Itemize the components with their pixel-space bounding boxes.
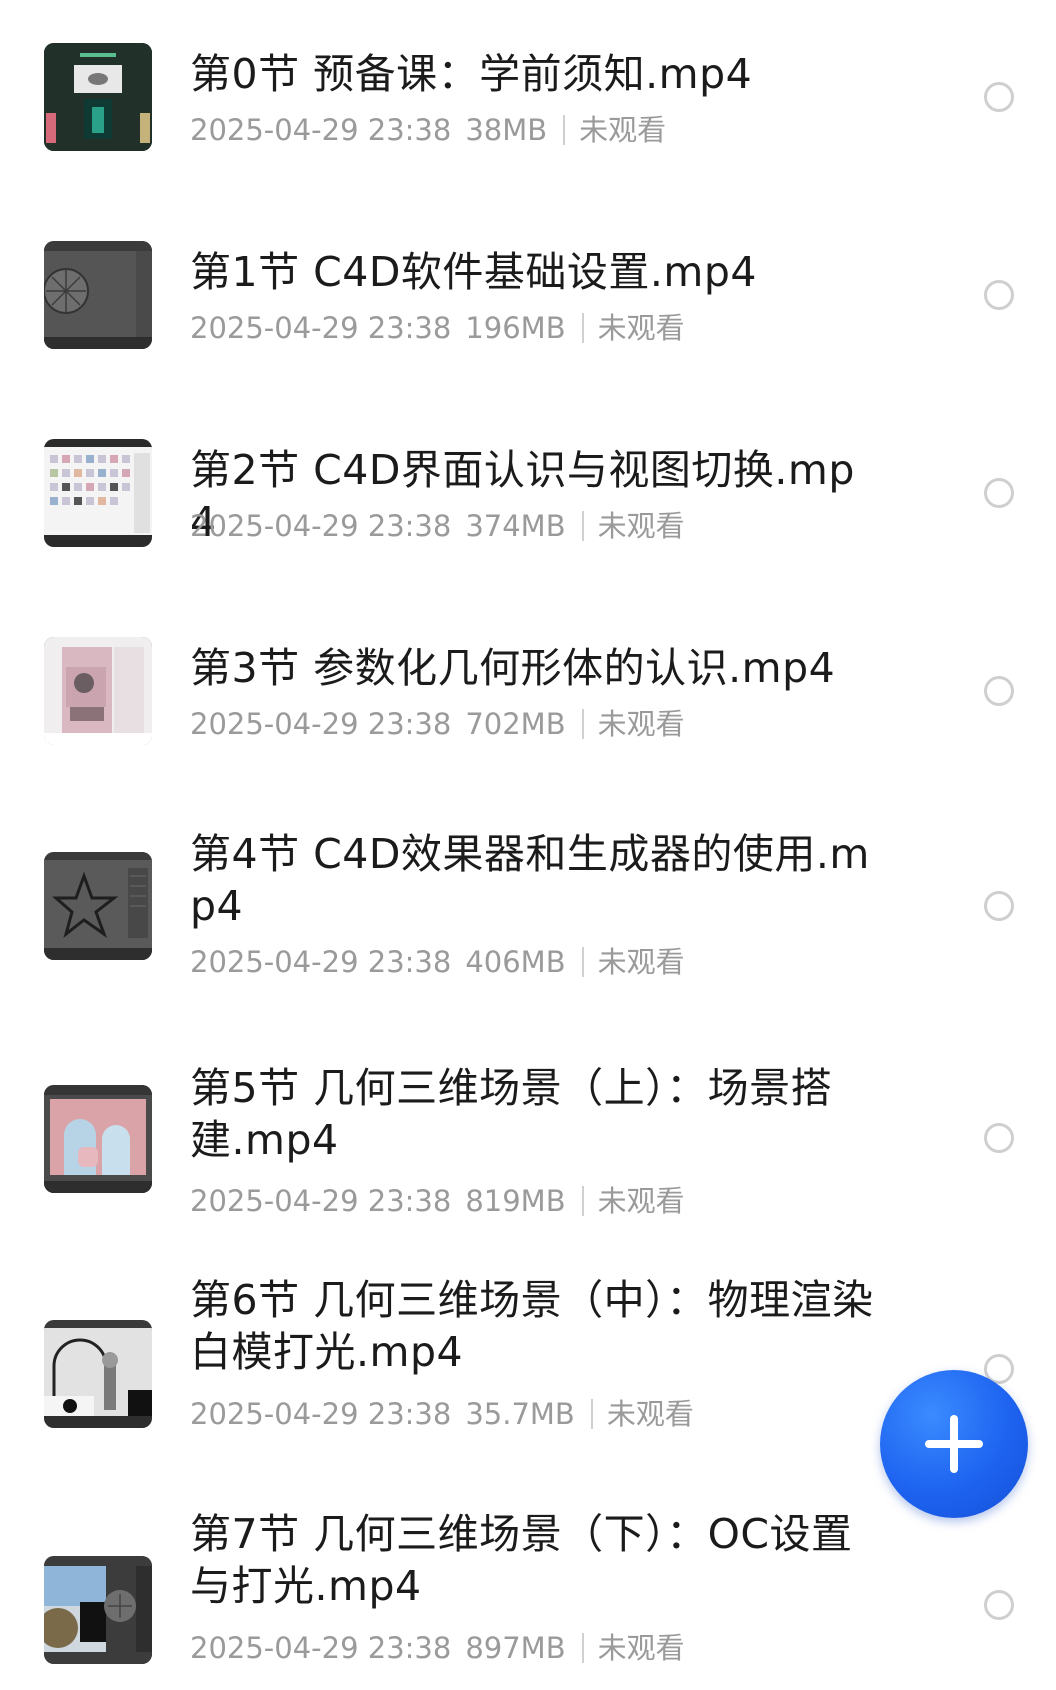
file-date: 2025-04-29 23:38 (190, 1397, 452, 1431)
file-date: 2025-04-29 23:38 (190, 1184, 452, 1218)
list-item[interactable]: 第2节 C4D界面认识与视图切换.mp4 2025-04-29 23:38 374… (0, 388, 1056, 586)
select-radio[interactable] (984, 1123, 1014, 1153)
divider (581, 709, 584, 739)
watch-status: 未观看 (597, 1184, 685, 1218)
list-item[interactable]: 第4节 C4D效果器和生成器的使用.mp4 2025-04-29 23:38 40… (0, 784, 1056, 1028)
watch-status: 未观看 (597, 1631, 685, 1665)
file-title: 第0节 预备课：学前须知.mp4 (190, 50, 753, 98)
watch-status: 未观看 (579, 113, 667, 147)
select-radio[interactable] (984, 891, 1014, 921)
video-thumbnail (44, 439, 152, 547)
list-item[interactable]: 第7节 几何三维场景（下）：OC设置与打光.mp4 2025-04-29 23:… (0, 1492, 1056, 1690)
file-size: 38MB (465, 113, 548, 147)
file-date: 2025-04-29 23:38 (190, 945, 452, 979)
file-title: 第4节 C4D效果器和生成器的使用.mp4 (190, 830, 870, 930)
list-item[interactable]: 第0节 预备课：学前须知.mp4 2025-04-29 23:38 38MB 未观看 (0, 0, 1056, 190)
select-radio[interactable] (984, 478, 1014, 508)
file-title: 第7节 几何三维场景（下）：OC设置与打光.mp4 (190, 1510, 853, 1610)
file-meta: 2025-04-29 23:38 702MB 未观看 (190, 706, 685, 742)
file-meta: 2025-04-29 23:38 35.7MB 未观看 (190, 1396, 694, 1432)
file-size: 196MB (465, 311, 566, 345)
watch-status: 未观看 (597, 707, 685, 741)
file-meta: 2025-04-29 23:38 38MB 未观看 (190, 112, 666, 148)
file-meta: 2025-04-29 23:38 406MB 未观看 (190, 944, 685, 980)
file-date: 2025-04-29 23:38 (190, 707, 452, 741)
video-thumbnail (44, 43, 152, 151)
list-item[interactable]: 第3节 参数化几何形体的认识.mp4 2025-04-29 23:38 702MB… (0, 586, 1056, 784)
video-thumbnail (44, 1085, 152, 1193)
list-item[interactable]: 第5节 几何三维场景（上）：场景搭建.mp4 2025-04-29 23:38 8… (0, 1028, 1056, 1254)
select-radio[interactable] (984, 1590, 1014, 1620)
file-size: 702MB (465, 707, 566, 741)
video-thumbnail (44, 1320, 152, 1428)
plus-icon (950, 1415, 958, 1473)
file-date: 2025-04-29 23:38 (190, 311, 452, 345)
divider (581, 1633, 584, 1663)
file-size: 819MB (465, 1184, 566, 1218)
divider (581, 1186, 584, 1216)
watch-status: 未观看 (597, 945, 685, 979)
file-meta: 2025-04-29 23:38 897MB 未观看 (190, 1630, 685, 1666)
add-button[interactable] (880, 1370, 1028, 1518)
file-date: 2025-04-29 23:38 (190, 509, 452, 543)
divider (590, 1399, 593, 1429)
file-meta: 2025-04-29 23:38 196MB 未观看 (190, 310, 685, 346)
file-date: 2025-04-29 23:38 (190, 113, 452, 147)
divider (581, 313, 584, 343)
file-title: 第1节 C4D软件基础设置.mp4 (190, 248, 757, 296)
select-radio[interactable] (984, 280, 1014, 310)
file-size: 374MB (465, 509, 566, 543)
video-thumbnail (44, 637, 152, 745)
select-radio[interactable] (984, 82, 1014, 112)
file-size: 406MB (465, 945, 566, 979)
file-title: 第5节 几何三维场景（上）：场景搭建.mp4 (190, 1064, 833, 1164)
video-thumbnail (44, 852, 152, 960)
file-size: 35.7MB (465, 1397, 575, 1431)
list-item[interactable]: 第1节 C4D软件基础设置.mp4 2025-04-29 23:38 196MB 未… (0, 190, 1056, 388)
watch-status: 未观看 (597, 311, 685, 345)
video-thumbnail (44, 1556, 152, 1664)
file-title: 第6节 几何三维场景（中）：物理渲染白模打光.mp4 (190, 1276, 874, 1376)
watch-status: 未观看 (597, 509, 685, 543)
file-date: 2025-04-29 23:38 (190, 1631, 452, 1665)
file-title: 第3节 参数化几何形体的认识.mp4 (190, 644, 836, 692)
file-meta: 2025-04-29 23:38 819MB 未观看 (190, 1183, 685, 1219)
divider (581, 947, 584, 977)
file-meta: 2025-04-29 23:38 374MB 未观看 (190, 508, 685, 544)
divider (581, 511, 584, 541)
divider (563, 115, 566, 145)
file-size: 897MB (465, 1631, 566, 1665)
select-radio[interactable] (984, 676, 1014, 706)
watch-status: 未观看 (606, 1397, 694, 1431)
video-thumbnail (44, 241, 152, 349)
